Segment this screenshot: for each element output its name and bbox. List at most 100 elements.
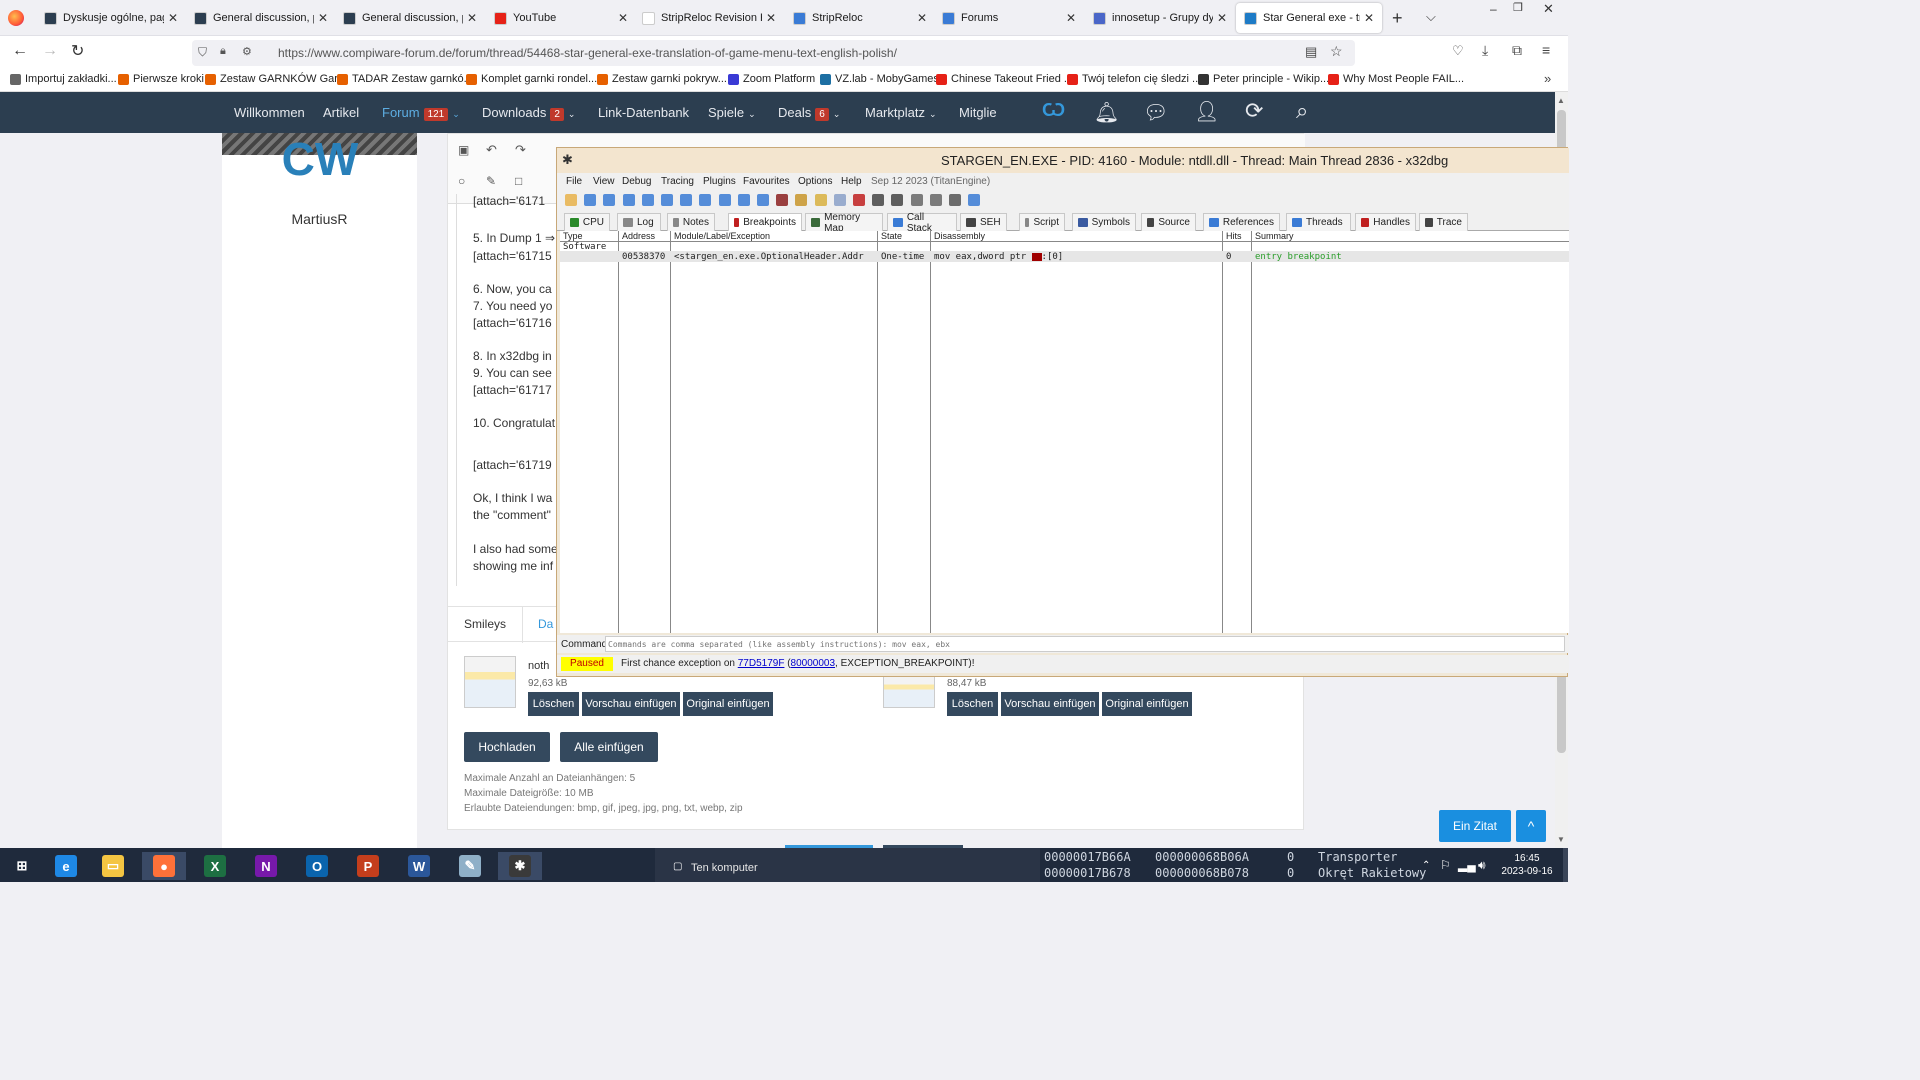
delete-attachment-button[interactable]: Löschen (528, 692, 579, 716)
show-desktop-button[interactable] (1563, 848, 1568, 882)
debugger-toolbar-button[interactable] (853, 194, 865, 206)
browser-tab[interactable]: General discussion, pag ✕ (186, 3, 336, 33)
insert-original-button[interactable]: Original einfügen (1102, 692, 1192, 716)
column-header[interactable]: Address (622, 231, 655, 241)
attachment-thumbnail[interactable] (883, 674, 935, 708)
bookmark-star-icon[interactable]: ☆ (1330, 43, 1343, 60)
site-nav-item[interactable]: Mitglie (959, 105, 997, 120)
debugger-tab[interactable]: CPU (564, 213, 610, 231)
bookmark-item[interactable]: Peter principle - Wikip... (1198, 73, 1329, 85)
tab-close-icon[interactable]: ✕ (1217, 11, 1227, 25)
powerpoint-icon[interactable]: P (346, 852, 390, 880)
attachment-thumbnail[interactable] (464, 656, 516, 708)
browser-tab[interactable]: StripReloc ✕ (785, 3, 935, 33)
tab-close-icon[interactable]: ✕ (168, 11, 178, 25)
debugger-toolbar-button[interactable] (891, 194, 904, 206)
bookmark-item[interactable]: Twój telefon cię śledzi ... (1067, 73, 1201, 85)
debugger-toolbar-button[interactable] (757, 194, 769, 206)
url-bar[interactable]: ⛉ 🔒︎ ⚙ https://www.compiware-forum.de/fo… (192, 40, 1355, 66)
debugger-toolbar-button[interactable] (603, 194, 616, 206)
debugger-toolbar-button[interactable] (584, 194, 597, 206)
insert-preview-button[interactable]: Vorschau einfügen (1001, 692, 1099, 716)
debugger-tab[interactable]: Notes (667, 213, 715, 231)
list-tabs-chevron-icon[interactable]: ⌵ (1426, 9, 1436, 25)
onenote-icon[interactable]: N (244, 852, 288, 880)
editor-text-area[interactable]: [attach='6171 5. In Dump 1 ⇒ [attach='6171… (456, 194, 566, 586)
site-nav-item[interactable]: Willkommen (234, 105, 305, 120)
word-icon[interactable]: W (397, 852, 441, 880)
tab-close-icon[interactable]: ✕ (618, 11, 628, 25)
column-header[interactable]: Module/Label/Exception (674, 231, 770, 241)
bp-module[interactable]: <stargen_en.exe.OptionalHeader.Addr (674, 252, 876, 262)
pencil-icon[interactable]: ✎ (486, 174, 496, 188)
debugger-menu-item[interactable]: Help (841, 176, 862, 187)
pocket-icon[interactable]: ♡ (1452, 43, 1464, 59)
back-arrow-icon[interactable]: ← (12, 42, 28, 60)
debugger-toolbar-button[interactable] (641, 194, 654, 206)
tab-attachments[interactable]: Da (538, 617, 553, 631)
minimize-window-icon[interactable]: – (1490, 2, 1497, 16)
source-code-icon[interactable]: ▣ (458, 143, 469, 157)
browser-tab[interactable]: YouTube ✕ (486, 3, 636, 33)
permissions-icon[interactable]: ⚙ (242, 45, 252, 58)
bookmark-item[interactable]: TADAR Zestaw garnkó... (337, 73, 473, 85)
debugger-toolbar-button[interactable] (872, 194, 885, 206)
taskbar-window-preview[interactable]: ▢ Ten komputer (655, 848, 1040, 882)
site-nav-item[interactable]: Link-Datenbank (598, 105, 689, 120)
tray-chevron-icon[interactable]: ⌃ (1422, 860, 1430, 871)
url-text[interactable]: https://www.compiware-forum.de/forum/thr… (278, 46, 897, 60)
network-icon[interactable]: ▂▄ (1458, 858, 1476, 872)
redo-icon[interactable]: ↷ (515, 142, 526, 158)
upload-button[interactable]: Hochladen (464, 732, 550, 762)
bookmark-item[interactable]: Importuj zakładki... (10, 73, 117, 85)
firefox-icon[interactable]: ● (142, 852, 186, 880)
tab-close-icon[interactable]: ✕ (318, 11, 328, 25)
debugger-tab[interactable]: SEH (960, 213, 1007, 231)
debugger-toolbar-button[interactable] (661, 194, 673, 206)
debugger-tab[interactable]: Handles (1355, 213, 1416, 231)
debugger-menu-item[interactable]: Options (798, 176, 832, 187)
debugger-toolbar-button[interactable] (680, 194, 693, 206)
browser-tab[interactable]: StripReloc Revision History ✕ (634, 3, 784, 33)
debugger-toolbar-button[interactable] (737, 194, 750, 206)
column-header[interactable]: Summary (1255, 231, 1294, 241)
taskbar-clock[interactable]: 16:45 2023-09-16 (1498, 852, 1556, 878)
delete-attachment-button[interactable]: Löschen (947, 692, 998, 716)
reader-view-icon[interactable]: ▤ (1305, 44, 1317, 60)
conversations-icon[interactable]: 💬︎ (1143, 100, 1168, 125)
debugger-menu-item[interactable]: Debug (622, 176, 651, 187)
restore-window-icon[interactable]: ❐ (1513, 1, 1523, 14)
tab-close-icon[interactable]: ✕ (766, 11, 776, 25)
debugger-tab[interactable]: Script (1019, 213, 1065, 231)
debugger-tab[interactable]: Breakpoints (728, 213, 802, 231)
debugger-toolbar-button[interactable] (833, 194, 846, 206)
tab-close-icon[interactable]: ✕ (1364, 11, 1374, 25)
debugger-tab[interactable]: References (1203, 213, 1280, 231)
debugger-tab[interactable]: Symbols (1072, 213, 1136, 231)
start-icon[interactable]: ⊞ (0, 852, 44, 880)
flag-icon[interactable]: ⚐ (1440, 858, 1451, 872)
site-nav-item[interactable]: Spiele ⌄ (708, 105, 756, 120)
firefox-menu-icon[interactable] (8, 10, 24, 26)
debugger-toolbar-button[interactable] (718, 194, 731, 206)
command-input[interactable] (605, 636, 1565, 652)
notepad-icon[interactable]: ✎ (448, 852, 492, 880)
tab-close-icon[interactable]: ✕ (1066, 11, 1076, 25)
debugger-tab[interactable]: Threads (1286, 213, 1351, 231)
debugger-menu-item[interactable]: File (566, 176, 582, 187)
browser-tab[interactable]: innosetup - Grupy dysk ✕ (1085, 3, 1235, 33)
file-explorer-icon[interactable]: ▭ (91, 852, 135, 880)
debugger-tab[interactable]: Memory Map (805, 212, 883, 234)
browser-tab[interactable]: Dyskusje ogólne, page ✕ (36, 3, 186, 33)
debugger-tab[interactable]: Log (617, 213, 661, 231)
debugger-menu-item[interactable]: Plugins (703, 176, 736, 187)
tab-close-icon[interactable]: ✕ (467, 11, 477, 25)
outlook-icon[interactable]: O (295, 852, 339, 880)
debugger-toolbar-button[interactable] (949, 194, 961, 206)
debugger-toolbar-button[interactable] (699, 194, 712, 206)
scroll-top-chevron-icon[interactable]: ^ (1516, 810, 1546, 842)
site-nav-item[interactable]: Artikel (323, 105, 359, 120)
debugger-toolbar-button[interactable] (929, 194, 942, 206)
debugger-title-bar[interactable]: ✱ STARGEN_EN.EXE - PID: 4160 - Module: n… (557, 148, 1569, 173)
tab-smileys[interactable]: Smileys (464, 617, 506, 631)
